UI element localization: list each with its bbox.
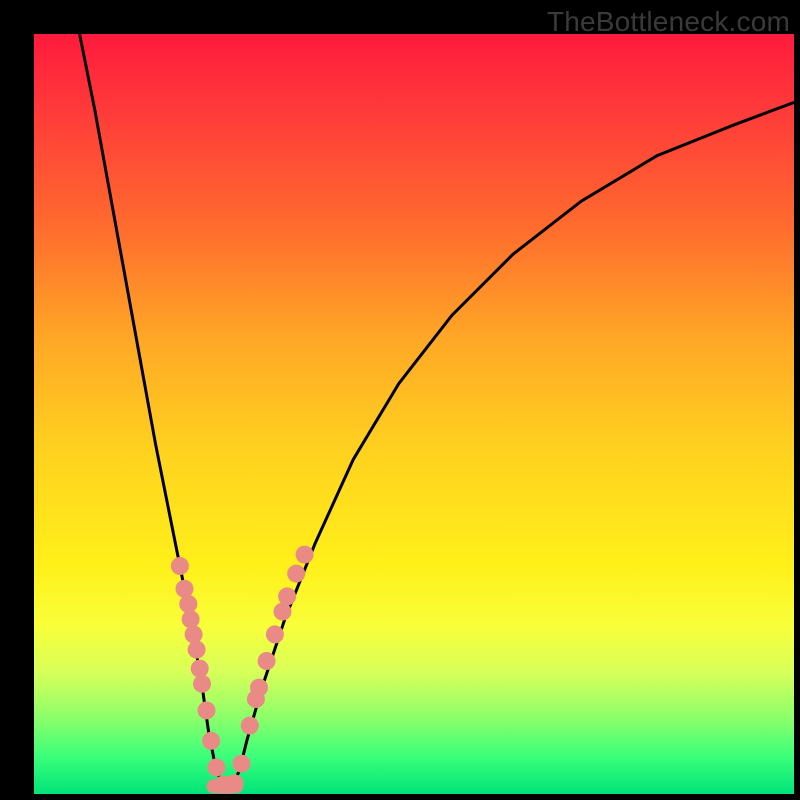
chart-plot-area bbox=[34, 34, 794, 794]
marker-dot bbox=[250, 679, 268, 697]
marker-dot bbox=[207, 758, 225, 776]
marker-dot bbox=[226, 774, 244, 792]
marker-dot bbox=[278, 587, 296, 605]
marker-dot bbox=[258, 652, 276, 670]
marker-dot bbox=[241, 717, 259, 735]
marker-dot bbox=[188, 641, 206, 659]
marker-dot bbox=[202, 732, 220, 750]
marker-dot bbox=[193, 675, 211, 693]
marker-dot bbox=[182, 610, 200, 628]
marker-dot bbox=[296, 546, 314, 564]
marker-dot bbox=[198, 701, 216, 719]
bottleneck-curve-path bbox=[80, 34, 794, 786]
marker-group bbox=[171, 546, 314, 794]
marker-dot bbox=[171, 557, 189, 575]
chart-svg bbox=[34, 34, 794, 794]
marker-dot bbox=[191, 660, 209, 678]
marker-dot bbox=[233, 755, 251, 773]
marker-dot bbox=[274, 603, 292, 621]
marker-dot bbox=[287, 565, 305, 583]
marker-dot bbox=[179, 595, 197, 613]
marker-dot bbox=[266, 625, 284, 643]
marker-dot bbox=[176, 580, 194, 598]
chart-frame: TheBottleneck.com bbox=[0, 0, 800, 800]
marker-dot bbox=[185, 625, 203, 643]
